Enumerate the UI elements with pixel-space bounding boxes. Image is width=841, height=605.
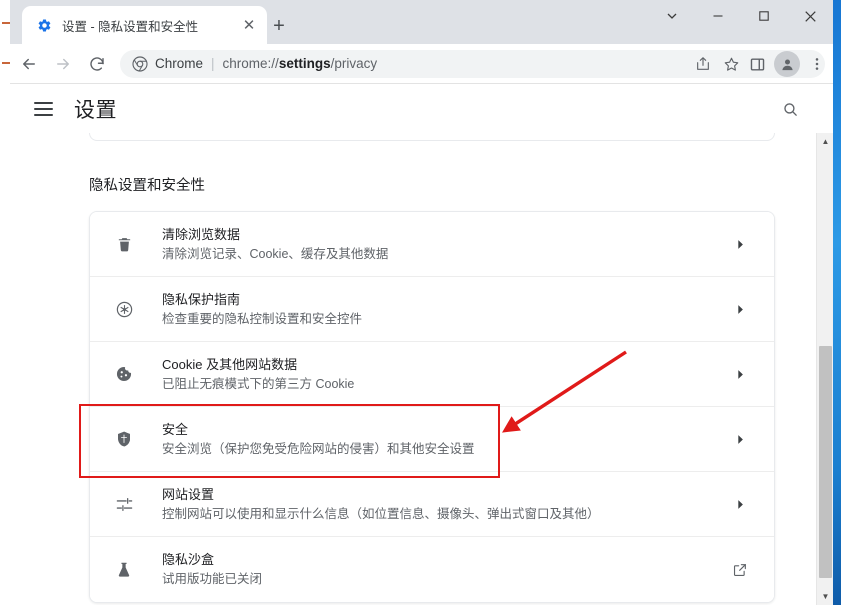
omnibox-scheme-label: Chrome	[155, 56, 203, 71]
toolbar-right-buttons	[743, 49, 831, 79]
browser-window: 设置 - 隐私设置和安全性 ✕ +	[10, 0, 833, 605]
settings-row-privacy-guide[interactable]: 隐私保护指南 检查重要的隐私控制设置和安全控件	[90, 277, 774, 342]
three-dot-menu-icon[interactable]	[803, 49, 831, 79]
row-text: 隐私保护指南 检查重要的隐私控制设置和安全控件	[162, 290, 726, 329]
row-title: 隐私保护指南	[162, 290, 726, 309]
omnibox-actions	[687, 50, 747, 78]
page-title: 设置	[74, 94, 117, 124]
shield-icon	[108, 423, 140, 455]
url-prefix: chrome://	[223, 56, 279, 71]
row-subtitle: 清除浏览记录、Cookie、缓存及其他数据	[162, 245, 726, 264]
section-heading: 隐私设置和安全性	[89, 174, 205, 195]
settings-content-area: 隐私设置和安全性 清除浏览数据 清除浏览记录、Cookie、缓存及其他数据	[10, 133, 833, 605]
settings-row-security[interactable]: 安全 安全浏览（保护您免受危险网站的侵害）和其他安全设置	[90, 407, 774, 472]
row-text: Cookie 及其他网站数据 已阻止无痕模式下的第三方 Cookie	[162, 355, 726, 394]
row-text: 网站设置 控制网站可以使用和显示什么信息（如位置信息、摄像头、弹出式窗口及其他）	[162, 485, 726, 524]
share-icon[interactable]	[689, 50, 717, 78]
sliders-icon	[108, 488, 140, 520]
row-title: 清除浏览数据	[162, 225, 726, 244]
row-text: 清除浏览数据 清除浏览记录、Cookie、缓存及其他数据	[162, 225, 726, 264]
trash-icon	[108, 228, 140, 260]
gear-icon	[36, 17, 52, 33]
side-panel-icon[interactable]	[743, 49, 771, 79]
row-subtitle: 控制网站可以使用和显示什么信息（如位置信息、摄像头、弹出式窗口及其他）	[162, 505, 726, 524]
tab-title: 设置 - 隐私设置和安全性	[62, 16, 239, 35]
settings-row-clear-browsing-data[interactable]: 清除浏览数据 清除浏览记录、Cookie、缓存及其他数据	[90, 212, 774, 277]
search-icon[interactable]	[775, 94, 805, 124]
scrollbar-up-arrow[interactable]: ▲	[817, 133, 833, 150]
privacy-settings-card: 清除浏览数据 清除浏览记录、Cookie、缓存及其他数据 隐私保	[89, 211, 775, 603]
back-button[interactable]	[14, 49, 44, 79]
settings-header-bar: 设置	[10, 85, 833, 133]
browser-toolbar: Chrome | chrome://settings/privacy	[10, 44, 833, 84]
omnibox-url: chrome://settings/privacy	[223, 56, 378, 71]
scrollbar-thumb[interactable]	[819, 346, 832, 578]
profile-avatar[interactable]	[774, 51, 800, 77]
sliver-mark	[2, 62, 10, 64]
row-title: 隐私沙盒	[162, 550, 726, 569]
row-title: 安全	[162, 420, 726, 439]
bookmark-star-icon[interactable]	[717, 50, 745, 78]
flask-icon	[108, 554, 140, 586]
privacy-guide-icon	[108, 293, 140, 325]
chevron-right-icon[interactable]	[726, 425, 754, 453]
row-text: 隐私沙盒 试用版功能已关闭	[162, 550, 726, 589]
scrollbar-down-arrow[interactable]: ▼	[817, 588, 833, 605]
forward-button[interactable]	[48, 49, 78, 79]
settings-row-cookies[interactable]: Cookie 及其他网站数据 已阻止无痕模式下的第三方 Cookie	[90, 342, 774, 407]
chevron-right-icon[interactable]	[726, 360, 754, 388]
close-icon[interactable]: ✕	[239, 15, 259, 35]
url-suffix: /privacy	[331, 56, 378, 71]
settings-row-privacy-sandbox[interactable]: 隐私沙盒 试用版功能已关闭	[90, 537, 774, 602]
row-subtitle: 检查重要的隐私控制设置和安全控件	[162, 310, 726, 329]
url-bold-segment: settings	[279, 56, 331, 71]
new-tab-button[interactable]: +	[265, 12, 293, 40]
chevron-right-icon[interactable]	[726, 490, 754, 518]
close-icon[interactable]	[787, 0, 833, 32]
reload-button[interactable]	[82, 49, 112, 79]
browser-tab[interactable]: 设置 - 隐私设置和安全性 ✕	[22, 6, 267, 44]
row-title: 网站设置	[162, 485, 726, 504]
minimize-icon[interactable]	[695, 0, 741, 32]
cookie-icon	[108, 358, 140, 390]
settings-row-site-settings[interactable]: 网站设置 控制网站可以使用和显示什么信息（如位置信息、摄像头、弹出式窗口及其他）	[90, 472, 774, 537]
open-in-new-icon[interactable]	[726, 556, 754, 584]
omnibox-divider: |	[211, 56, 215, 71]
vertical-scrollbar[interactable]: ▲ ▼	[816, 133, 833, 605]
tab-strip: 设置 - 隐私设置和安全性 ✕ +	[10, 0, 833, 44]
sliver-mark	[2, 22, 10, 24]
row-text: 安全 安全浏览（保护您免受危险网站的侵害）和其他安全设置	[162, 420, 726, 459]
hamburger-menu-icon[interactable]	[26, 92, 60, 126]
window-controls	[649, 0, 833, 32]
chrome-icon	[132, 56, 148, 72]
row-subtitle: 已阻止无痕模式下的第三方 Cookie	[162, 375, 726, 394]
row-subtitle: 安全浏览（保护您免受危险网站的侵害）和其他安全设置	[162, 440, 726, 459]
chevron-right-icon[interactable]	[726, 295, 754, 323]
maximize-icon[interactable]	[741, 0, 787, 32]
chevron-right-icon[interactable]	[726, 230, 754, 258]
tab-search-icon[interactable]	[649, 0, 695, 32]
row-subtitle: 试用版功能已关闭	[162, 570, 726, 589]
partial-card-above	[89, 133, 775, 141]
row-title: Cookie 及其他网站数据	[162, 355, 726, 374]
